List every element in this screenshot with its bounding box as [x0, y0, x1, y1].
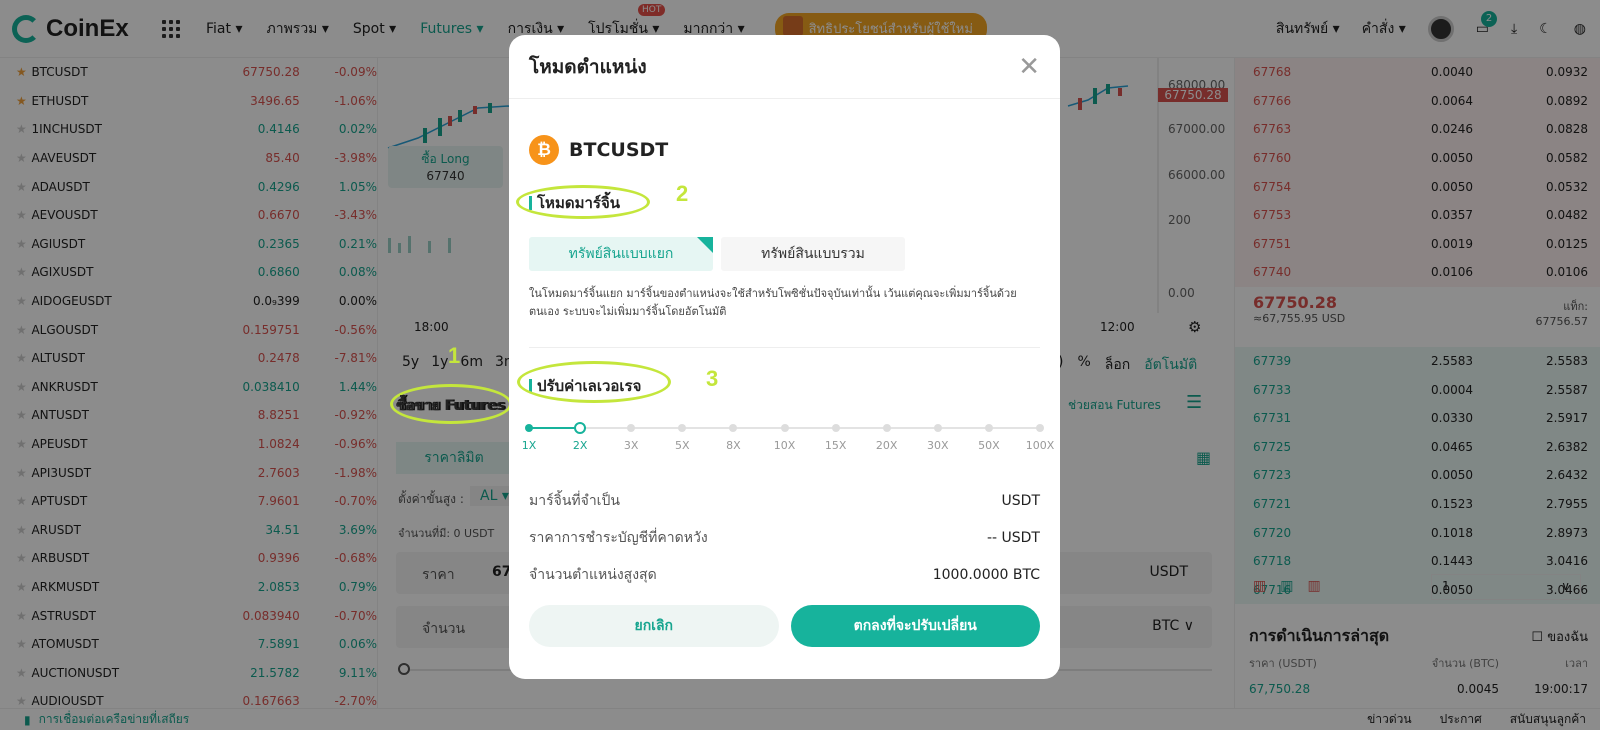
confirm-button[interactable]: ตกลงที่จะปรับเปลี่ยน	[790, 605, 1040, 647]
leverage-tick[interactable]: 50X	[978, 439, 1000, 452]
dialog-actions: ยกเลิก ตกลงที่จะปรับเปลี่ยน	[529, 605, 1040, 647]
margin-mode-tabs: ทรัพย์สินแบบแยก ทรัพย์สินแบบรวม	[529, 237, 1040, 271]
leverage-dot[interactable]	[525, 424, 533, 432]
info-label: จำนวนตำแหน่งสูงสุด	[529, 566, 657, 583]
coin-header: ₿ BTCUSDT	[529, 135, 1060, 165]
leverage-fill	[529, 427, 581, 429]
info-value: USDT	[1001, 492, 1040, 509]
leverage-dot[interactable]	[882, 424, 891, 432]
info-label: มาร์จิ้นที่จำเป็น	[529, 492, 620, 509]
dialog-title: โหมดตำแหน่ง	[529, 55, 647, 78]
leverage-tick[interactable]: 20X	[876, 439, 898, 452]
bitcoin-icon: ₿	[529, 135, 559, 165]
annotation-ring-2	[516, 185, 650, 219]
leverage-tick[interactable]: 3X	[624, 439, 639, 452]
leverage-tick[interactable]: 10X	[774, 439, 796, 452]
leverage-dot[interactable]	[984, 424, 993, 432]
divider	[529, 347, 1040, 348]
annotation-number-2: 2	[676, 181, 689, 206]
close-icon[interactable]: ✕	[1018, 52, 1040, 82]
info-label: ราคาการชำระบัญชีที่คาดหวัง	[529, 529, 708, 546]
position-mode-dialog: โหมดตำแหน่ง ✕ ₿ BTCUSDT โหมดมาร์จิ้น ทรั…	[509, 35, 1060, 679]
annotation-number-3: 3	[706, 366, 719, 391]
leverage-slider[interactable]: 1X 2X 3X 5X 8X 10X 15X 20X 30X 50X 100X	[522, 422, 1054, 462]
leverage-tick[interactable]: 15X	[825, 439, 847, 452]
coin-symbol: BTCUSDT	[569, 139, 669, 161]
leverage-dot[interactable]	[780, 424, 789, 432]
leverage-tick[interactable]: 1X	[522, 439, 537, 452]
info-row: ราคาการชำระบัญชีที่คาดหวัง -- USDT	[529, 519, 1040, 556]
annotation-ring-3	[517, 361, 671, 403]
leverage-tick[interactable]: 100X	[1026, 439, 1055, 452]
leverage-dot[interactable]	[678, 424, 687, 432]
leverage-tick[interactable]: 5X	[675, 439, 690, 452]
leverage-dot[interactable]	[831, 424, 840, 432]
dialog-header: โหมดตำแหน่ง ✕	[509, 35, 1060, 99]
info-value: 1000.0000 BTC	[932, 566, 1040, 583]
info-row: มาร์จิ้นที่จำเป็น USDT	[529, 482, 1040, 519]
annotated-trade-title: ซื้อขาย Futures	[396, 398, 505, 414]
leverage-tick[interactable]: 30X	[927, 439, 949, 452]
leverage-dot[interactable]	[933, 424, 942, 432]
tab-cross[interactable]: ทรัพย์สินแบบรวม	[721, 237, 905, 271]
cancel-button[interactable]: ยกเลิก	[529, 605, 779, 647]
margin-description: ในโหมดมาร์จิ้นแยก มาร์จิ้นของตำแหน่งจะใช…	[529, 287, 1017, 318]
position-info: มาร์จิ้นที่จำเป็น USDT ราคาการชำระบัญชีที่…	[509, 482, 1060, 593]
info-value: -- USDT	[986, 529, 1040, 546]
leverage-dot[interactable]	[729, 424, 738, 432]
leverage-knob[interactable]	[574, 422, 587, 434]
leverage-dot[interactable]	[1036, 424, 1044, 432]
annotation-number-1: 1	[448, 343, 461, 368]
leverage-tick[interactable]: 8X	[726, 439, 741, 452]
tab-isolated[interactable]: ทรัพย์สินแบบแยก	[529, 237, 713, 271]
info-row: จำนวนตำแหน่งสูงสุด 1000.0000 BTC	[529, 556, 1040, 593]
leverage-tick[interactable]: 2X	[573, 439, 588, 452]
leverage-dot[interactable]	[627, 424, 636, 432]
